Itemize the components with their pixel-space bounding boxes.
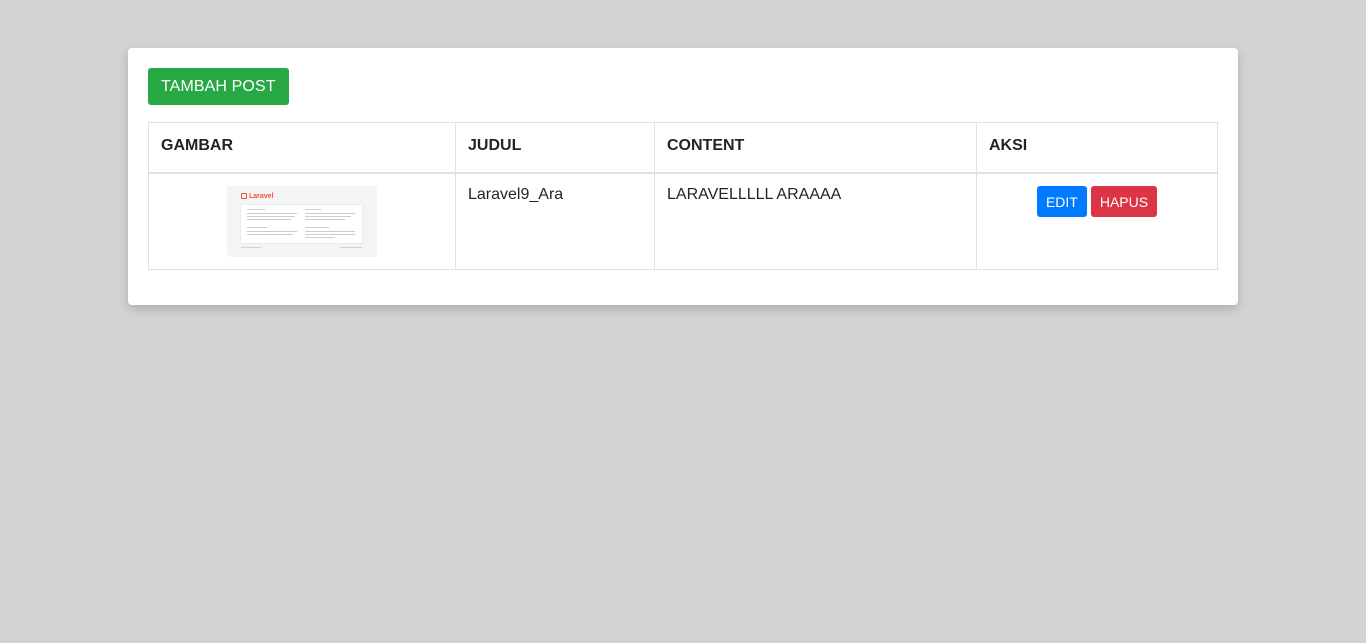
laravel-logo-text: Laravel — [249, 193, 274, 200]
cell-judul: Laravel9_Ara — [455, 172, 655, 270]
edit-button[interactable]: EDIT — [1036, 186, 1087, 217]
thumbnail-panel — [241, 205, 362, 243]
header-judul: JUDUL — [455, 122, 655, 174]
row-actions: EDIT HAPUS — [1036, 186, 1158, 217]
tambah-post-button[interactable]: TAMBAH POST — [148, 68, 289, 105]
cell-aksi: EDIT HAPUS — [976, 172, 1218, 270]
header-row: GAMBAR JUDUL CONTENT AKSI — [148, 122, 1218, 174]
header-content: CONTENT — [654, 122, 977, 174]
cell-content: LARAVELLLLL ARAAAA — [654, 172, 977, 270]
header-aksi: AKSI — [976, 122, 1218, 174]
hapus-button[interactable]: HAPUS — [1090, 186, 1158, 217]
post-image-thumbnail: Laravel — [227, 186, 377, 257]
table-header: GAMBAR JUDUL CONTENT AKSI — [148, 122, 1218, 174]
posts-card: TAMBAH POST GAMBAR JUDUL CONTENT AKSI La… — [128, 48, 1238, 305]
laravel-logo: Laravel — [241, 193, 274, 200]
table-row: Laravel Laravel9_Ara LARAVELLLLL ARAAAA … — [148, 172, 1218, 270]
laravel-logo-icon — [241, 193, 247, 200]
cell-gambar: Laravel — [148, 172, 456, 270]
posts-table: GAMBAR JUDUL CONTENT AKSI Laravel Larave… — [148, 122, 1218, 270]
header-gambar: GAMBAR — [148, 122, 456, 174]
